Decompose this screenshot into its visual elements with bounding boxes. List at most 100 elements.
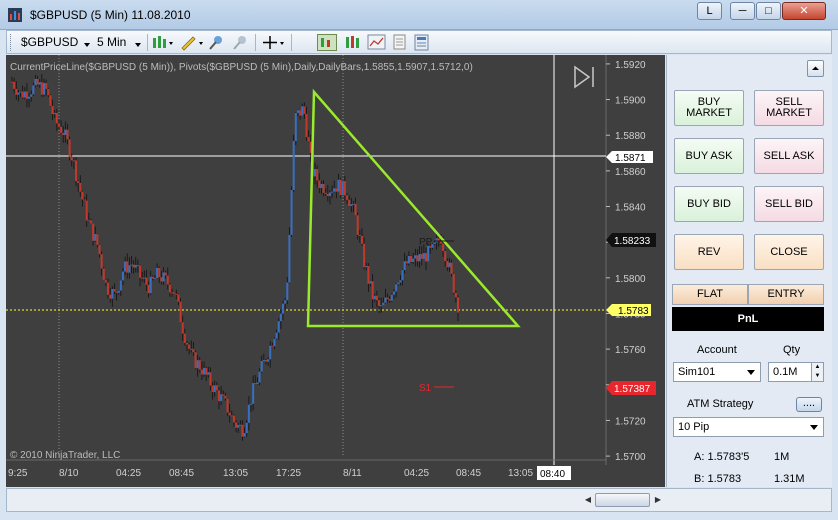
candle-body bbox=[279, 313, 282, 322]
time-tick-label: 17:25 bbox=[276, 468, 301, 479]
candle-body bbox=[15, 88, 18, 95]
sell-ask-button[interactable]: SELL ASK bbox=[754, 138, 824, 174]
toolbar-grip bbox=[10, 34, 13, 51]
buy-ask-button[interactable]: BUY ASK bbox=[674, 138, 744, 174]
candle-body bbox=[412, 258, 415, 262]
s1-price-tag: 1.57387 bbox=[606, 381, 656, 395]
properties-icon[interactable] bbox=[413, 34, 431, 51]
indicator-icon[interactable] bbox=[367, 34, 387, 51]
candle-body bbox=[32, 85, 35, 95]
candle-body bbox=[452, 273, 455, 293]
instrument-dropdown[interactable]: $GBPUSD bbox=[21, 34, 93, 51]
candle-body bbox=[153, 277, 156, 279]
chart-trader-icon[interactable] bbox=[317, 34, 337, 51]
candle-body bbox=[60, 126, 63, 133]
qty-stepper[interactable]: 0.1M ▲ ▼ bbox=[768, 362, 824, 382]
candle-body bbox=[427, 245, 430, 262]
candle-body bbox=[160, 277, 163, 282]
candle-body bbox=[141, 277, 144, 279]
candle-body bbox=[258, 371, 261, 383]
sell-market-button[interactable]: SELL MARKET bbox=[754, 90, 824, 126]
qty-up-icon[interactable]: ▲ bbox=[811, 363, 823, 372]
account-select[interactable]: Sim101 bbox=[673, 362, 761, 382]
candle-body bbox=[320, 183, 323, 188]
candle-body bbox=[113, 289, 116, 292]
interval-dropdown[interactable]: 5 Min bbox=[97, 34, 145, 51]
candle-body bbox=[183, 333, 186, 343]
candle-body bbox=[83, 199, 86, 201]
close-button[interactable]: ✕ bbox=[782, 2, 826, 20]
candle-body bbox=[256, 382, 259, 385]
close-position-button[interactable]: CLOSE bbox=[754, 234, 824, 270]
candle-body bbox=[79, 182, 82, 192]
candle-body bbox=[301, 106, 304, 116]
candle-body bbox=[333, 188, 336, 192]
candle-body bbox=[177, 294, 180, 302]
candle-body bbox=[224, 395, 227, 399]
candle-body bbox=[130, 264, 133, 266]
scroll-right-icon[interactable]: ▶ bbox=[651, 493, 665, 507]
candle-body bbox=[136, 265, 139, 267]
panel-collapse-button[interactable] bbox=[807, 60, 824, 77]
candle-body bbox=[375, 295, 378, 301]
chart-scrollbar[interactable]: ◀ ▶ bbox=[6, 488, 832, 512]
draw-pen-icon[interactable] bbox=[179, 34, 205, 51]
candle-body bbox=[181, 322, 184, 334]
candle-body bbox=[286, 282, 289, 301]
candle-body bbox=[328, 192, 331, 197]
pnl-display: PnL bbox=[672, 307, 824, 331]
buy-bid-button[interactable]: BUY BID bbox=[674, 186, 744, 222]
candle-body bbox=[222, 394, 225, 396]
candle-body bbox=[53, 112, 56, 115]
time-cursor-text: 08:40 bbox=[540, 469, 565, 480]
reverse-button[interactable]: REV bbox=[674, 234, 744, 270]
bar-type-icon[interactable] bbox=[151, 34, 175, 51]
ask-quote: A: 1.5783'5 bbox=[694, 451, 750, 463]
candle-body bbox=[350, 204, 353, 207]
candle-body bbox=[213, 385, 216, 393]
price-chart[interactable]: PP S1 CurrentPriceLine($GBPUSD (5 Min)),… bbox=[6, 55, 665, 487]
crosshair-icon[interactable] bbox=[261, 34, 287, 51]
candle-body bbox=[346, 195, 349, 200]
candle-body bbox=[104, 280, 107, 283]
sell-bid-button[interactable]: SELL BID bbox=[754, 186, 824, 222]
pin-disabled-icon[interactable] bbox=[231, 34, 249, 51]
candle-body bbox=[188, 344, 191, 349]
atm-strategy-button[interactable]: .... bbox=[796, 397, 822, 412]
candle-body bbox=[45, 83, 48, 89]
candle-body bbox=[348, 199, 351, 207]
strategy-icon[interactable] bbox=[343, 34, 363, 51]
candle-body bbox=[232, 415, 235, 423]
candle-body bbox=[145, 277, 148, 285]
candle-body bbox=[107, 282, 110, 295]
atm-strategy-select[interactable]: 10 Pip bbox=[673, 417, 824, 437]
minimize-button[interactable]: ─ bbox=[730, 2, 755, 20]
candle-body bbox=[51, 105, 54, 115]
pin-icon[interactable] bbox=[207, 34, 225, 51]
candle-body bbox=[343, 181, 346, 196]
scroll-left-icon[interactable]: ◀ bbox=[581, 493, 595, 507]
time-tick-label: 08:45 bbox=[169, 468, 194, 479]
buy-market-button[interactable]: BUY MARKET bbox=[674, 90, 744, 126]
current-price-text: 1.5783 bbox=[618, 306, 649, 317]
chart-canvas[interactable]: PP S1 CurrentPriceLine($GBPUSD (5 Min)),… bbox=[6, 55, 665, 487]
candle-body bbox=[209, 372, 212, 386]
candle-body bbox=[386, 297, 389, 300]
candle-body bbox=[273, 338, 276, 347]
lock-button[interactable]: L bbox=[697, 2, 722, 20]
candle-body bbox=[410, 255, 413, 262]
data-box-icon[interactable] bbox=[391, 34, 409, 51]
candle-body bbox=[384, 297, 387, 303]
candle-body bbox=[399, 280, 402, 283]
candle-body bbox=[356, 215, 359, 236]
candle-body bbox=[269, 345, 272, 360]
scrollbar-thumb[interactable] bbox=[595, 493, 650, 507]
qty-down-icon[interactable]: ▼ bbox=[811, 372, 823, 381]
candle-body bbox=[173, 292, 176, 294]
candle-body bbox=[190, 348, 193, 350]
candle-body bbox=[40, 82, 43, 95]
maximize-button[interactable]: □ bbox=[756, 2, 781, 20]
candle-body bbox=[454, 292, 457, 298]
candle-body bbox=[89, 220, 92, 224]
candle-body bbox=[341, 181, 344, 196]
